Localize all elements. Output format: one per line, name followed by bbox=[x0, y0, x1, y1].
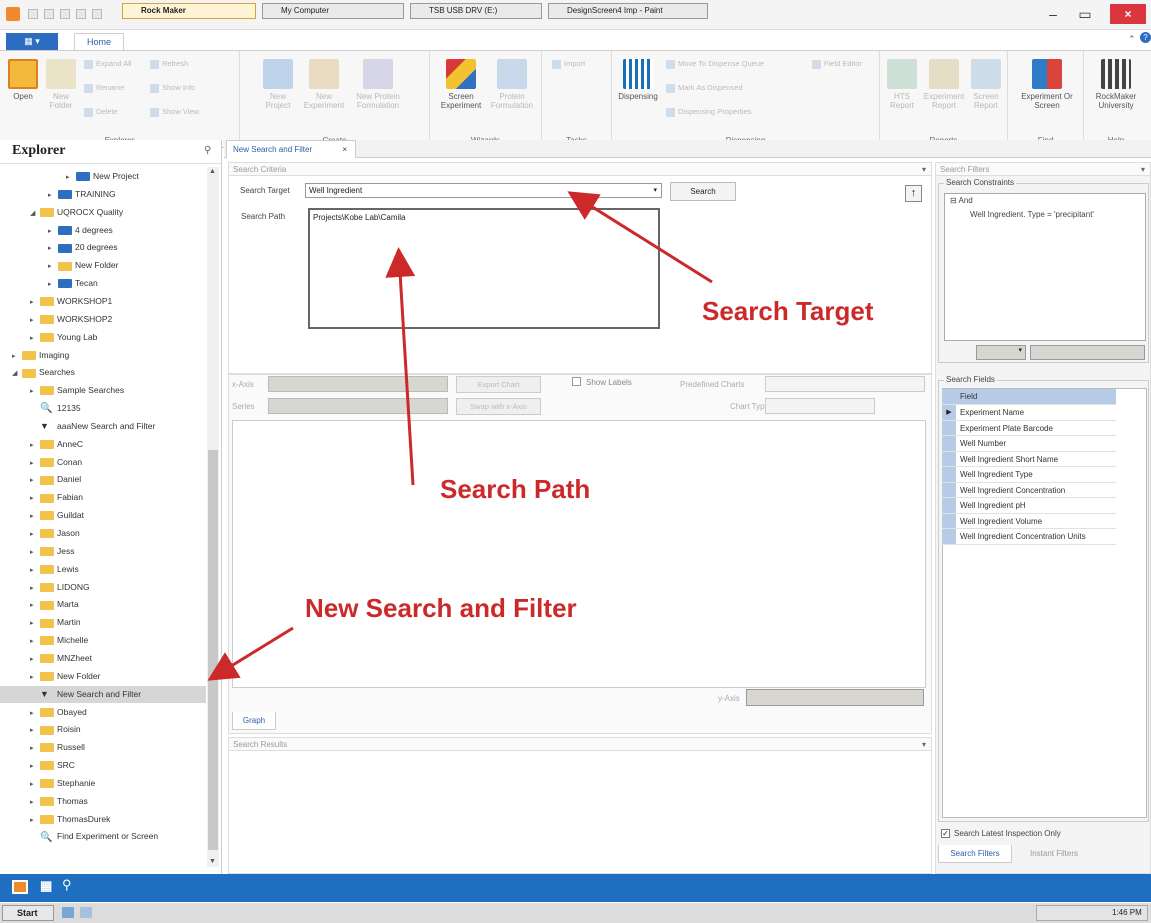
taskbar-item-usb-drive[interactable]: TSB USB DRV (E:) bbox=[410, 3, 542, 19]
annotation-search-path: Search Path bbox=[440, 474, 591, 504]
show-desktop-icon[interactable] bbox=[62, 907, 74, 918]
annotation-search-target: Search Target bbox=[702, 296, 874, 326]
start-button[interactable]: Start bbox=[2, 905, 54, 921]
search-target-arrow bbox=[567, 191, 713, 284]
taskbar-item-paint[interactable]: DesignScreen4 Imp - Paint bbox=[548, 3, 708, 19]
taskbar-item-rock-maker[interactable]: Rock Maker bbox=[122, 3, 256, 19]
grid-view-icon[interactable]: ▦ bbox=[40, 878, 52, 894]
explorer-view-icon[interactable] bbox=[12, 880, 28, 894]
taskbar-item-my-computer[interactable]: My Computer bbox=[262, 3, 404, 19]
clock: 1:46 PM bbox=[1112, 908, 1142, 917]
new-search-arrow bbox=[207, 626, 294, 681]
taskbar bbox=[0, 902, 1151, 923]
app-bottom-bar bbox=[0, 874, 1151, 902]
annotation-arrows bbox=[207, 191, 713, 681]
annotation-new-search: New Search and Filter bbox=[305, 593, 577, 623]
search-icon[interactable]: ⚲ bbox=[62, 877, 72, 893]
search-path-arrow bbox=[385, 247, 416, 486]
quick-launch-icon[interactable] bbox=[80, 907, 92, 918]
